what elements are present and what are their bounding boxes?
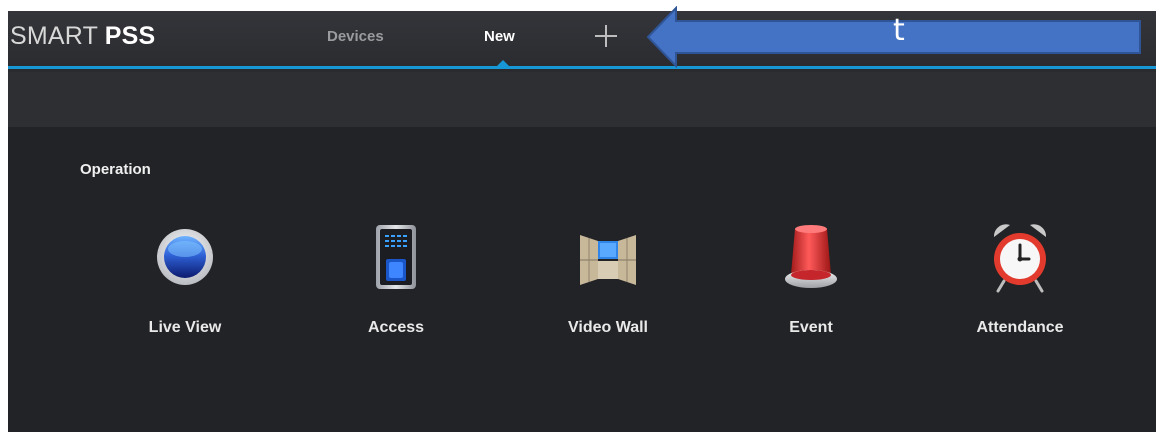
section-title-operation: Operation: [80, 161, 151, 178]
app-event[interactable]: Event: [741, 221, 881, 351]
smart-pss-window: SMART PSS Devices New Operation Live Vie…: [8, 11, 1156, 432]
tab-new[interactable]: New: [484, 28, 515, 45]
app-label-live-view: Live View: [148, 319, 222, 336]
app-video-wall[interactable]: Video Wall: [538, 221, 678, 351]
active-tab-indicator: [497, 60, 509, 66]
alarm-light-icon: [785, 225, 837, 288]
annotation-label: t: [893, 13, 905, 48]
app-label-access: Access: [367, 319, 425, 336]
app-label-video-wall: Video Wall: [567, 319, 648, 336]
alarm-clock-icon: [993, 224, 1047, 293]
brand-text-bold: PSS: [104, 22, 156, 50]
app-label-event: Event: [789, 319, 833, 336]
app-label-attendance: Attendance: [976, 319, 1064, 336]
tab-devices[interactable]: Devices: [327, 28, 384, 45]
app-logo: SMART PSS: [10, 22, 155, 51]
sub-header-bar: [8, 72, 1156, 127]
plus-icon: [595, 25, 617, 47]
live-view-icon: [157, 229, 213, 285]
brand-text-light: SMART: [10, 22, 105, 50]
app-live-view[interactable]: Live View: [115, 221, 255, 351]
app-attendance[interactable]: Attendance: [950, 221, 1090, 351]
app-access[interactable]: Access: [326, 221, 466, 351]
access-control-icon: [376, 225, 416, 289]
add-tab-button[interactable]: [592, 22, 620, 50]
video-wall-icon: [580, 235, 636, 285]
